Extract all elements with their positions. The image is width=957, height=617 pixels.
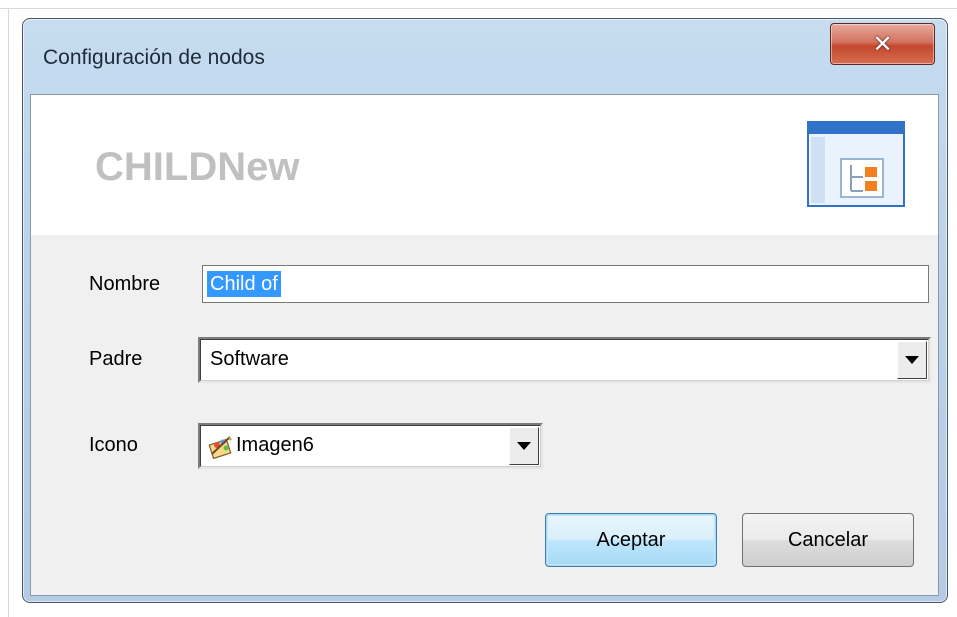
close-icon: ✕ xyxy=(872,30,893,58)
page-border-top xyxy=(0,8,957,9)
padre-select-frame xyxy=(200,339,929,381)
title-bar[interactable]: Configuración de nodos ✕ xyxy=(23,19,947,95)
chevron-down-icon xyxy=(905,356,919,364)
padre-selected-value: Software xyxy=(210,348,289,370)
nombre-label: Nombre xyxy=(89,273,161,295)
icono-select[interactable]: Imagen6 xyxy=(198,423,543,469)
tree-node-icon xyxy=(807,121,905,207)
header-title: CHILDNew xyxy=(95,145,300,189)
padre-select[interactable]: Software xyxy=(198,337,931,383)
padre-label: Padre xyxy=(89,348,143,370)
dialog-window: Configuración de nodos ✕ CHILDNew Nombre… xyxy=(22,18,948,603)
icono-selected-value: Imagen6 xyxy=(236,434,314,456)
header-banner: CHILDNew xyxy=(31,95,938,235)
dialog-body: CHILDNew Nombre Child of Padre Software xyxy=(30,94,939,596)
page-border-left xyxy=(8,8,9,617)
nombre-input[interactable]: Child of xyxy=(202,265,929,303)
close-button[interactable]: ✕ xyxy=(830,23,935,65)
cancel-button[interactable]: Cancelar xyxy=(742,513,914,567)
chevron-down-icon xyxy=(517,442,531,450)
picture-icon xyxy=(208,436,232,459)
icono-dropdown-button[interactable] xyxy=(509,427,539,465)
nombre-selected-text: Child of xyxy=(207,271,281,297)
accept-button[interactable]: Aceptar xyxy=(545,513,717,567)
padre-dropdown-button[interactable] xyxy=(897,341,927,379)
window-title: Configuración de nodos xyxy=(43,46,265,69)
icono-label: Icono xyxy=(89,434,138,456)
